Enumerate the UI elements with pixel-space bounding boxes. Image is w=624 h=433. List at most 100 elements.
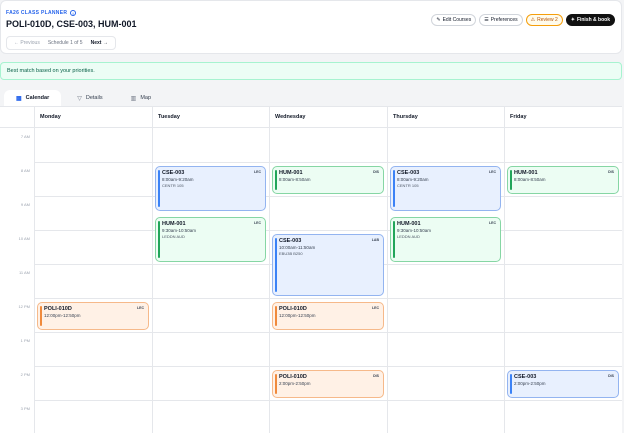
event-course: POLI-010D [279, 306, 307, 312]
edit-courses-button[interactable]: ✎ Edit Courses [431, 14, 477, 26]
finish-label: Finish & book [576, 17, 610, 23]
course-event-hum-001-dis[interactable]: HUM-001 DIS 8:00am-8:50am [272, 166, 384, 195]
event-time: 8:00am-9:20am [162, 177, 194, 182]
day-header-thursday: Thursday [387, 107, 504, 128]
hour-gridline [34, 230, 622, 231]
event-course: CSE-003 [397, 170, 420, 176]
event-course: HUM-001 [279, 170, 303, 176]
sliders-icon: ☰ [484, 17, 489, 23]
event-location: EBU3B B250 [279, 251, 303, 256]
pencil-icon: ✎ [436, 17, 441, 23]
event-type-badge: DIS [608, 374, 614, 378]
hour-gridline [34, 366, 622, 367]
day-divider [387, 128, 388, 433]
time-label: 3 PM [20, 406, 30, 411]
tab-details-label: Details [85, 95, 103, 101]
time-label: 10 AM [18, 236, 30, 241]
schedule-navigator: ← Previous Schedule 1 of 5 Next → [6, 36, 116, 50]
course-event-hum-001-lec[interactable]: HUM-001 LEC 9:30am-10:50am LEDDN AUD [155, 217, 266, 263]
hour-gridline [34, 332, 622, 333]
day-header-wednesday: Wednesday [269, 107, 387, 128]
recommendation-banner: Best match based on your priorities. [0, 62, 622, 80]
week-calendar: Monday Tuesday Wednesday Thursday Friday 7 AM… [0, 106, 622, 433]
event-course: CSE-003 [279, 238, 302, 244]
preferences-label: Preferences [490, 17, 518, 23]
previous-button[interactable]: ← Previous [10, 40, 44, 46]
review-label: Review 2 [537, 17, 558, 23]
course-event-poli-010d-dis[interactable]: POLI-010D DIS 2:00pm-2:50pm [272, 370, 384, 399]
time-label: 11 AM [18, 270, 30, 275]
preferences-button[interactable]: ☰ Preferences [479, 14, 523, 26]
map-icon: ▥ [130, 95, 137, 102]
hour-gridline [34, 400, 622, 401]
banner-text: Best match based on your priorities. [7, 68, 95, 74]
event-location: CENTR 105 [162, 183, 184, 188]
day-divider [152, 128, 153, 433]
event-type-badge: LAB [371, 238, 379, 242]
event-type-badge: LEC [254, 221, 261, 225]
event-time: 8:00am-9:20am [397, 177, 429, 182]
event-course: POLI-010D [44, 306, 72, 312]
course-event-hum-001-dis[interactable]: HUM-001 DIS 8:00am-8:50am [507, 166, 619, 195]
time-label: 9 AM [20, 202, 30, 207]
time-label: 2 PM [20, 372, 30, 377]
course-event-cse-003-lab[interactable]: CSE-003 LAB 10:00am-11:50am EBU3B B250 [272, 234, 384, 297]
time-gutter-header [0, 107, 34, 128]
event-course: HUM-001 [397, 221, 421, 227]
tab-calendar-label: Calendar [25, 95, 50, 101]
day-divider [269, 128, 270, 433]
event-time: 9:30am-10:50am [397, 228, 432, 233]
course-event-poli-010d-lec[interactable]: POLI-010D LEC 12:00pm-12:50pm [37, 302, 149, 331]
day-header-tuesday: Tuesday [152, 107, 269, 128]
tab-calendar[interactable]: ▦ Calendar [4, 90, 62, 106]
course-event-cse-003-dis[interactable]: CSE-003 DIS 2:00pm-2:50pm [507, 370, 619, 399]
view-tabs: ▦ Calendar ▽ Details ▥ Map [4, 90, 163, 106]
event-time: 10:00am-11:50am [279, 245, 316, 250]
event-type-badge: DIS [608, 170, 614, 174]
event-location: LEDDN AUD [162, 234, 185, 239]
info-icon[interactable]: i [70, 10, 77, 16]
course-event-hum-001-lec[interactable]: HUM-001 LEC 9:30am-10:50am LEDDN AUD [390, 217, 501, 263]
term-label: FA26 CLASS PLANNER i [6, 10, 77, 16]
hour-gridline [34, 162, 622, 163]
time-label: 8 AM [20, 168, 30, 173]
event-time: 9:30am-10:50am [162, 228, 197, 233]
term-label-text: FA26 CLASS PLANNER [6, 10, 68, 16]
page-title: POLI-010D, CSE-003, HUM-001 [6, 19, 137, 29]
edit-courses-label: Edit Courses [442, 17, 472, 23]
course-event-cse-003-lec[interactable]: CSE-003 LEC 8:00am-9:20am CENTR 105 [155, 166, 266, 212]
tab-details[interactable]: ▽ Details [65, 90, 114, 106]
event-time: 12:00pm-12:50pm [279, 313, 316, 318]
course-event-poli-010d-lec[interactable]: POLI-010D LEC 12:00pm-12:50pm [272, 302, 384, 331]
next-button[interactable]: Next → [87, 40, 112, 46]
event-type-badge: LEC [489, 221, 496, 225]
schedule-status: Schedule 1 of 5 [47, 40, 83, 46]
event-time: 8:00am-8:50am [514, 177, 546, 182]
warning-icon: ⚠ [530, 17, 536, 23]
event-course: CSE-003 [162, 170, 185, 176]
planner-header: FA26 CLASS PLANNER i POLI-010D, CSE-003,… [0, 0, 622, 54]
review-button[interactable]: ⚠ Review 2 [525, 14, 563, 26]
time-label: 1 PM [20, 338, 30, 343]
hour-gridline [34, 196, 622, 197]
event-time: 12:00pm-12:50pm [44, 313, 81, 318]
day-header-friday: Friday [504, 107, 622, 128]
tab-map-label: Map [140, 95, 152, 101]
calendar-icon: ▦ [16, 95, 22, 102]
gutter-divider [34, 128, 35, 433]
event-course: CSE-003 [514, 374, 537, 380]
event-type-badge: DIS [373, 374, 379, 378]
course-event-cse-003-lec[interactable]: CSE-003 LEC 8:00am-9:20am CENTR 105 [390, 166, 501, 212]
event-course: POLI-010D [279, 374, 307, 380]
filter-icon: ▽ [77, 95, 82, 102]
event-type-badge: LEC [137, 306, 144, 310]
tab-map[interactable]: ▥ Map [119, 90, 163, 106]
event-type-badge: DIS [373, 170, 379, 174]
event-time: 2:00pm-2:50pm [279, 381, 311, 386]
event-location: LEDDN AUD [397, 234, 420, 239]
finish-and-book-button[interactable]: ✦ Finish & book [565, 14, 615, 26]
toolbar: ✎ Edit Courses ☰ Preferences ⚠ Review 2 … [431, 14, 615, 26]
hour-gridline [34, 298, 622, 299]
day-divider [504, 128, 505, 433]
event-time: 8:00am-8:50am [279, 177, 311, 182]
